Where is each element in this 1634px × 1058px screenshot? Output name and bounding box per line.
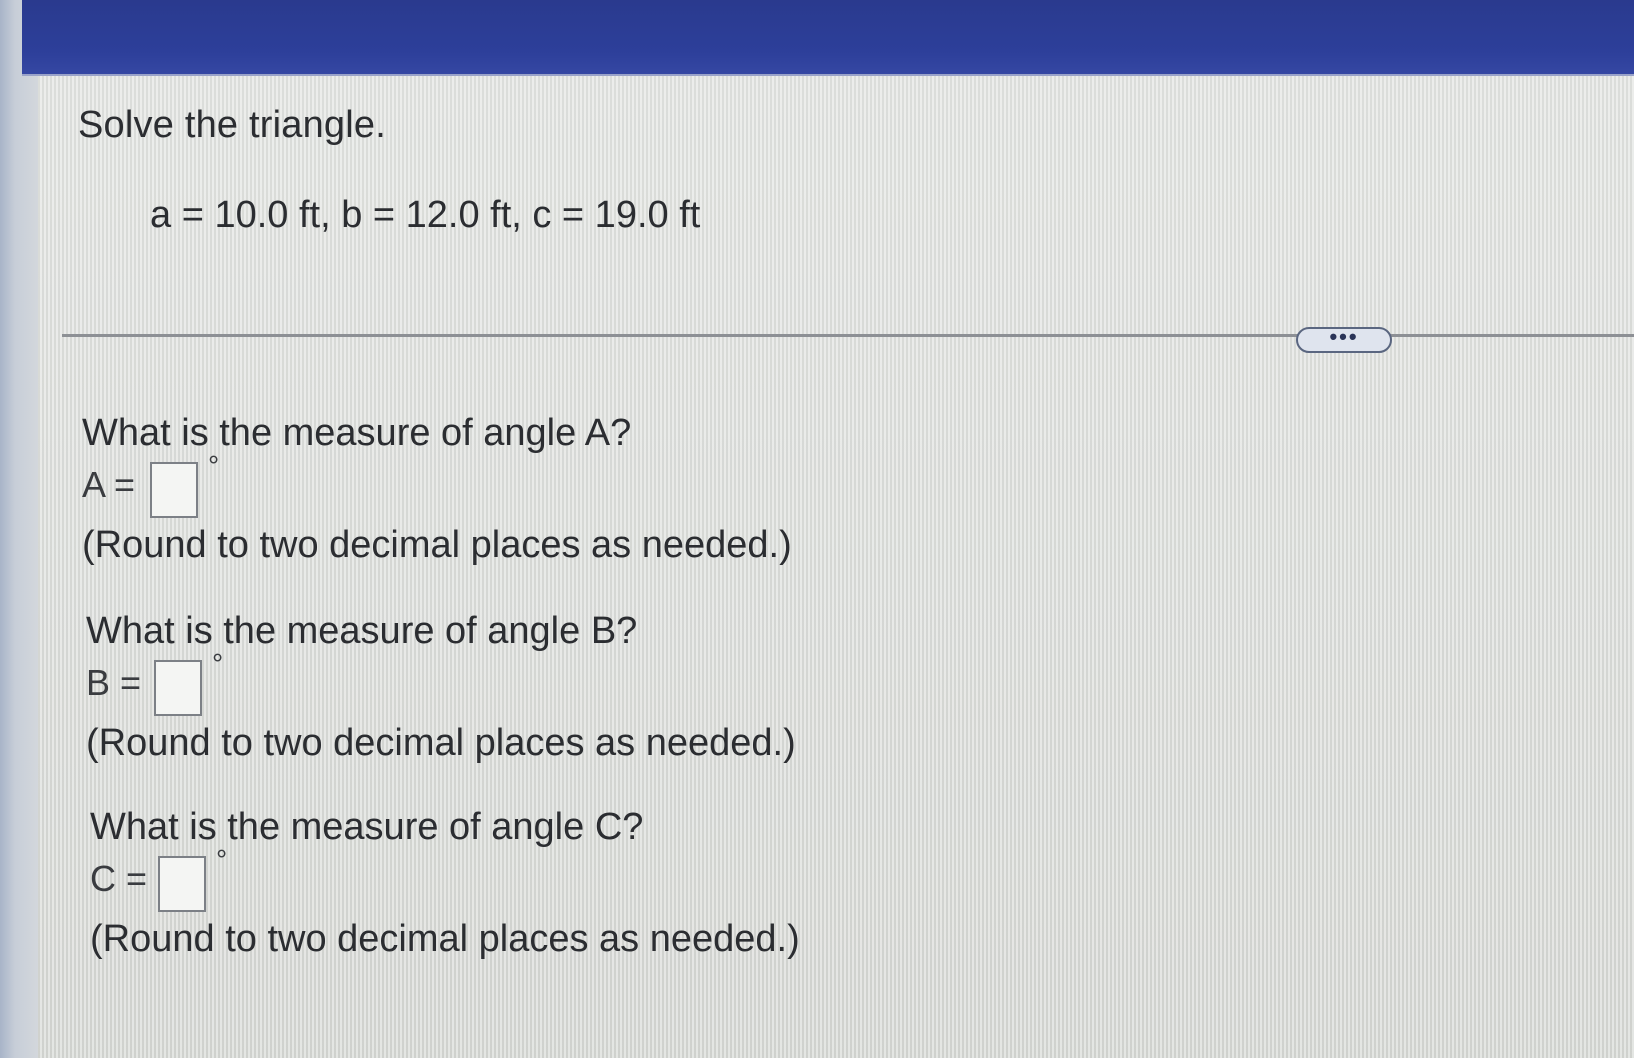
angle-b-input[interactable] bbox=[154, 660, 202, 716]
more-options-button[interactable]: ••• bbox=[1296, 324, 1392, 353]
degree-symbol: ° bbox=[208, 450, 220, 481]
rounding-hint: (Round to two decimal places as needed.) bbox=[90, 918, 800, 960]
rounding-hint: (Round to two decimal places as needed.) bbox=[82, 524, 792, 566]
question-prompt: What is the measure of angle A? bbox=[82, 412, 632, 454]
given-sides: a = 10.0 ft, b = 12.0 ft, c = 19.0 ft bbox=[150, 194, 701, 236]
ellipsis-icon: ••• bbox=[1329, 324, 1359, 349]
answer-label: B = bbox=[86, 662, 142, 703]
angle-c-input[interactable] bbox=[158, 856, 206, 912]
answer-label: C = bbox=[90, 858, 148, 899]
section-divider bbox=[62, 334, 1634, 337]
question-content: Solve the triangle. a = 10.0 ft, b = 12.… bbox=[0, 0, 1634, 1058]
angle-a-input[interactable] bbox=[150, 462, 198, 518]
answer-label: A = bbox=[82, 464, 136, 505]
problem-title: Solve the triangle. bbox=[78, 104, 386, 146]
question-prompt: What is the measure of angle B? bbox=[86, 610, 638, 652]
question-prompt: What is the measure of angle C? bbox=[90, 806, 644, 848]
rounding-hint: (Round to two decimal places as needed.) bbox=[86, 722, 796, 764]
degree-symbol: ° bbox=[212, 648, 224, 679]
degree-symbol: ° bbox=[216, 844, 228, 875]
